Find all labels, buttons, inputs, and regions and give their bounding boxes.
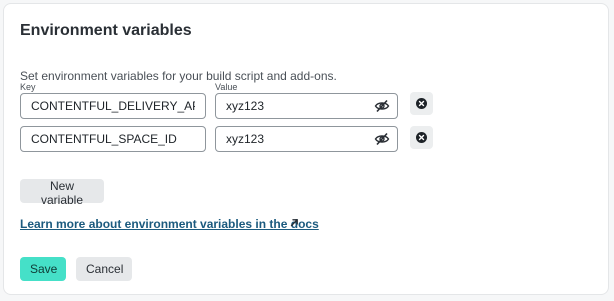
cancel-button[interactable]: Cancel: [76, 257, 132, 281]
variable-value-input-2[interactable]: [215, 126, 398, 152]
variable-key-input-2[interactable]: [20, 126, 206, 152]
section-title: Environment variables: [20, 22, 192, 39]
new-variable-button[interactable]: New variable: [20, 179, 104, 207]
eye-slash-icon[interactable]: [374, 132, 390, 146]
environment-variables-card: Environment variables Set environment va…: [3, 3, 609, 295]
docs-link[interactable]: Learn more about environment variables i…: [20, 217, 319, 231]
remove-variable-button-2[interactable]: [410, 126, 433, 149]
variable-value-input-1[interactable]: [215, 93, 398, 119]
close-circle-icon: [416, 98, 427, 109]
key-column-label: Key: [20, 82, 36, 92]
value-column-label: Value: [215, 82, 238, 92]
save-button[interactable]: Save: [20, 257, 66, 281]
eye-slash-icon[interactable]: [374, 99, 390, 113]
section-description: Set environment variables for your build…: [20, 69, 337, 83]
arrow-up-right-icon: [290, 219, 298, 227]
close-circle-icon: [416, 132, 427, 143]
variable-key-input-1[interactable]: [20, 93, 206, 119]
remove-variable-button-1[interactable]: [410, 92, 433, 115]
